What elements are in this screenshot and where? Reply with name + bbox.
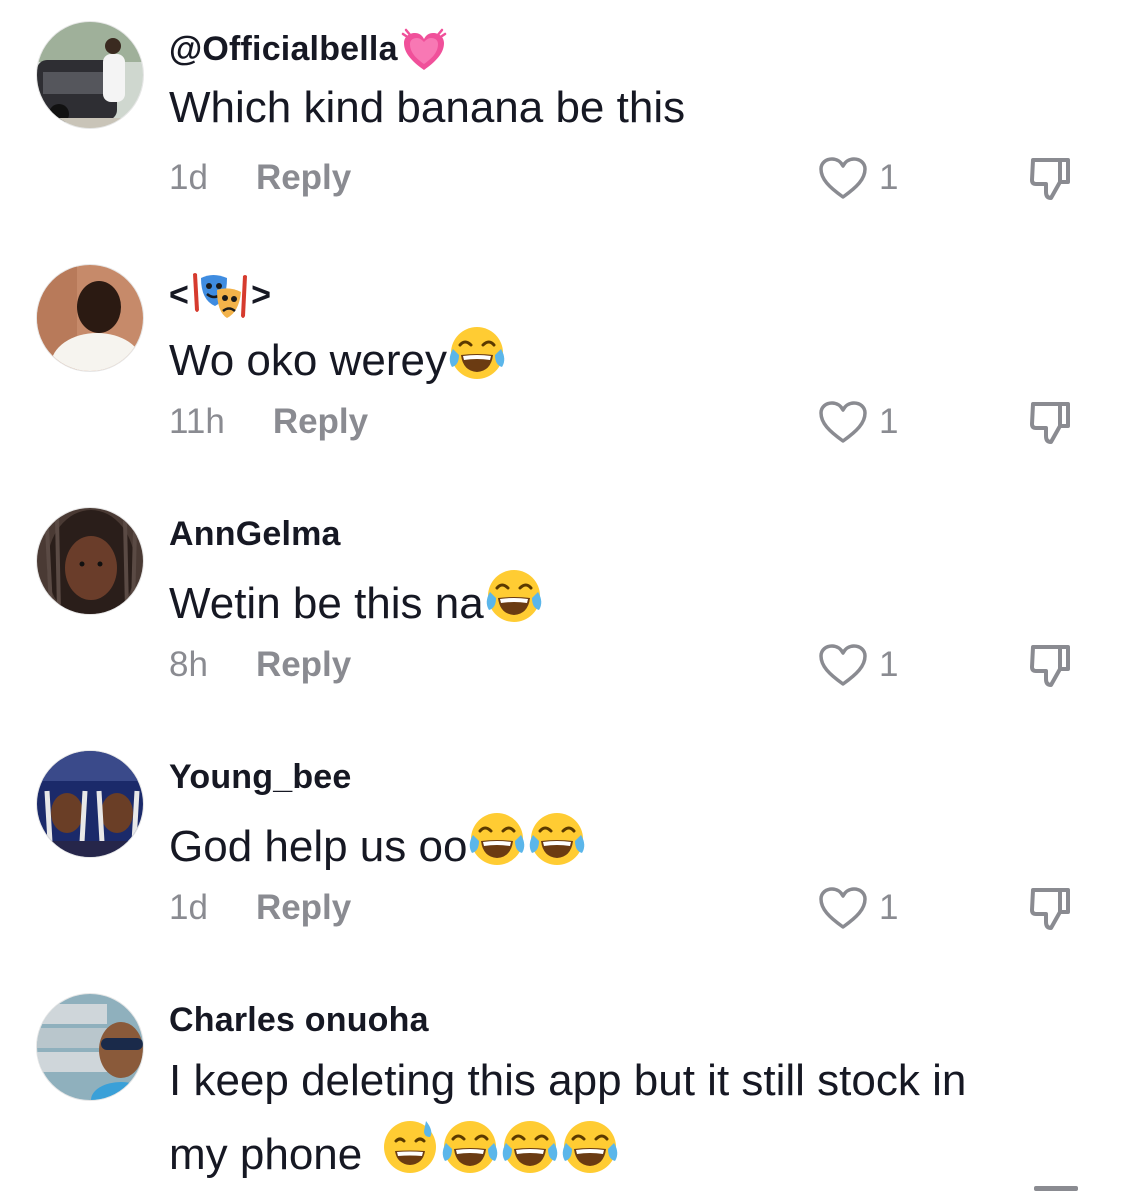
comment-item: AnnGelma Wetin be this na 8h Reply 1	[0, 483, 1125, 726]
comment-text-content: my phone	[169, 1130, 363, 1179]
like-button[interactable]: 1	[817, 399, 898, 445]
username-text: AnnGelma	[169, 515, 341, 553]
heart-icon	[817, 642, 869, 688]
dislike-button[interactable]	[1026, 152, 1078, 209]
comment-time: 11h	[169, 402, 225, 441]
like-count: 1	[879, 158, 899, 197]
comment-text: Wetin be this na	[169, 566, 1069, 640]
like-count: 1	[879, 888, 899, 927]
comment-text-line: I keep deleting this app but it still st…	[169, 1056, 967, 1105]
heart-icon	[817, 885, 869, 931]
thumbs-down-icon	[1026, 882, 1078, 934]
dislike-button[interactable]	[1026, 396, 1078, 453]
comment-meta: 11h Reply	[169, 402, 368, 442]
face-with-tears-of-joy-icon	[467, 809, 527, 869]
comment-text-line: my phone	[169, 1117, 1069, 1191]
reply-button[interactable]: Reply	[256, 888, 351, 928]
dislike-button[interactable]	[1026, 882, 1078, 939]
like-button[interactable]: 1	[817, 155, 898, 201]
like-count: 1	[879, 645, 899, 684]
comment-username[interactable]: < >	[169, 270, 271, 322]
username-text: Young_bee	[169, 758, 352, 796]
comment-text: Wo oko werey	[169, 323, 1069, 397]
performing-arts-icon	[193, 273, 248, 318]
avatar[interactable]	[36, 750, 144, 858]
comment-item: < > Wo oko werey 11h Reply 1	[0, 240, 1125, 483]
face-with-tears-of-joy-icon	[440, 1117, 500, 1177]
comment-username[interactable]: Young_bee	[169, 758, 352, 797]
face-with-tears-of-joy-icon	[527, 809, 587, 869]
username-text: <	[169, 276, 190, 314]
partial-dislike-icon[interactable]	[1034, 1186, 1078, 1191]
avatar[interactable]	[36, 507, 144, 615]
avatar[interactable]	[36, 993, 144, 1101]
comment-text: Which kind banana be this	[169, 72, 1069, 144]
username-text: @Officialbella	[169, 30, 398, 68]
comment-username[interactable]: AnnGelma	[169, 515, 341, 554]
thumbs-down-icon	[1026, 152, 1078, 204]
comment-item: @Officialbella Which kind banana be this…	[0, 0, 1125, 240]
thumbs-down-icon	[1026, 639, 1078, 691]
reply-button[interactable]: Reply	[256, 645, 351, 685]
comment-time: 8h	[169, 645, 208, 684]
comment-text-content: Wo oko werey	[169, 336, 447, 385]
heart-icon	[817, 399, 869, 445]
dislike-button[interactable]	[1026, 639, 1078, 696]
thumbs-down-icon	[1026, 396, 1078, 448]
comment-time: 1d	[169, 158, 208, 197]
reply-button[interactable]: Reply	[256, 158, 351, 198]
comment-text: I keep deleting this app but it still st…	[169, 1045, 1069, 1191]
growing-heart-icon	[401, 28, 446, 70]
comment-meta: 8h Reply	[169, 645, 351, 685]
comment-username[interactable]: Charles onuoha	[169, 1001, 429, 1040]
face-with-tears-of-joy-icon	[484, 566, 544, 626]
avatar[interactable]	[36, 264, 144, 372]
comment-time: 1d	[169, 888, 208, 927]
username-suffix: >	[251, 276, 272, 314]
face-with-tears-of-joy-icon	[500, 1117, 560, 1177]
face-with-tears-of-joy-icon	[447, 323, 507, 383]
comment-meta: 1d Reply	[169, 888, 351, 928]
comment-meta: 1d Reply	[169, 158, 351, 198]
comment-text: God help us oo	[169, 809, 1069, 883]
username-text: Charles onuoha	[169, 1001, 429, 1039]
comment-text-content: Wetin be this na	[169, 579, 484, 628]
avatar[interactable]	[36, 21, 144, 129]
heart-icon	[817, 155, 869, 201]
face-with-tears-of-joy-icon	[560, 1117, 620, 1177]
comment-item: Young_bee God help us oo 1d Reply 1	[0, 726, 1125, 969]
grinning-face-with-sweat-icon	[380, 1117, 440, 1177]
like-button[interactable]: 1	[817, 642, 898, 688]
comment-item: Charles onuoha I keep deleting this app …	[0, 969, 1125, 1191]
comment-username[interactable]: @Officialbella	[169, 28, 448, 74]
comment-text-content: God help us oo	[169, 822, 468, 871]
like-button[interactable]: 1	[817, 885, 898, 931]
comment-text-content: Which kind banana be this	[169, 83, 686, 132]
reply-button[interactable]: Reply	[273, 402, 368, 442]
like-count: 1	[879, 402, 899, 441]
